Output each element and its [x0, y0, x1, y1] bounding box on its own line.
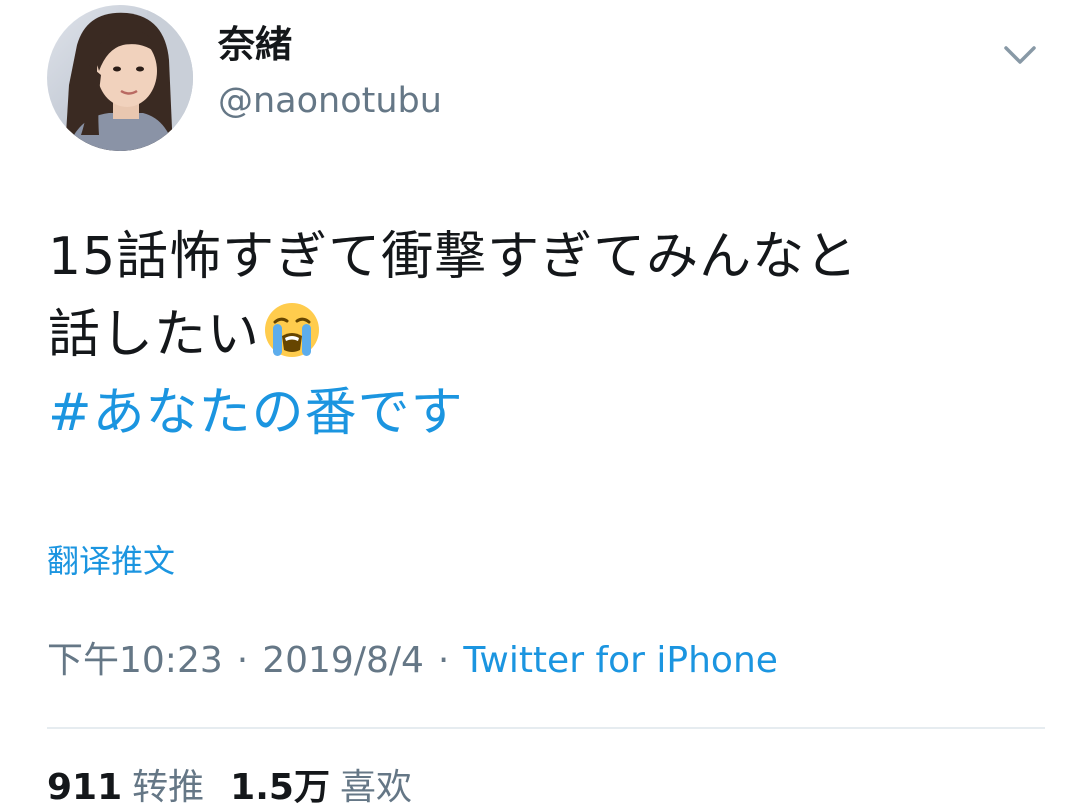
tweet-text-line-2: 話したい — [48, 296, 1048, 374]
tweet-detail: 奈緒 @naonotubu 15話怖すぎて衝撃すぎてみんなと 話したい #あなた… — [0, 0, 1080, 808]
likes-stat[interactable]: 1.5万 喜欢 — [230, 767, 412, 808]
tweet-text-line-2-text: 話したい — [48, 305, 261, 365]
likes-count: 1.5万 — [230, 767, 330, 808]
avatar[interactable] — [47, 5, 193, 151]
profile-photo-icon — [47, 5, 193, 151]
likes-label: 喜欢 — [339, 767, 412, 808]
tweet-meta: 下午10:23 · 2019/8/4 · Twitter for iPhone — [47, 643, 778, 679]
retweets-label: 转推 — [132, 767, 205, 808]
meta-separator: · — [437, 640, 450, 681]
tweet-time[interactable]: 下午10:23 — [47, 640, 223, 681]
meta-separator: · — [236, 640, 249, 681]
retweets-stat[interactable]: 911 转推 — [47, 767, 204, 808]
user-handle[interactable]: @naonotubu — [218, 84, 442, 119]
loudly-crying-face-icon — [262, 300, 322, 360]
display-name[interactable]: 奈緒 — [218, 26, 292, 63]
tweet-source-link[interactable]: Twitter for iPhone — [463, 640, 778, 681]
tweet-date[interactable]: 2019/8/4 — [262, 640, 424, 681]
translate-tweet-link[interactable]: 翻译推文 — [47, 545, 175, 577]
chevron-down-icon[interactable] — [1000, 40, 1040, 70]
tweet-text-line-1: 15話怖すぎて衝撃すぎてみんなと — [48, 227, 859, 287]
tweet-text: 15話怖すぎて衝撃すぎてみんなと 話したい #あなたの番です — [48, 218, 1048, 452]
divider — [47, 727, 1045, 729]
hashtag-link[interactable]: #あなたの番です — [48, 374, 1048, 452]
retweets-count: 911 — [47, 767, 123, 808]
tweet-stats: 911 转推 1.5万 喜欢 — [47, 770, 438, 806]
